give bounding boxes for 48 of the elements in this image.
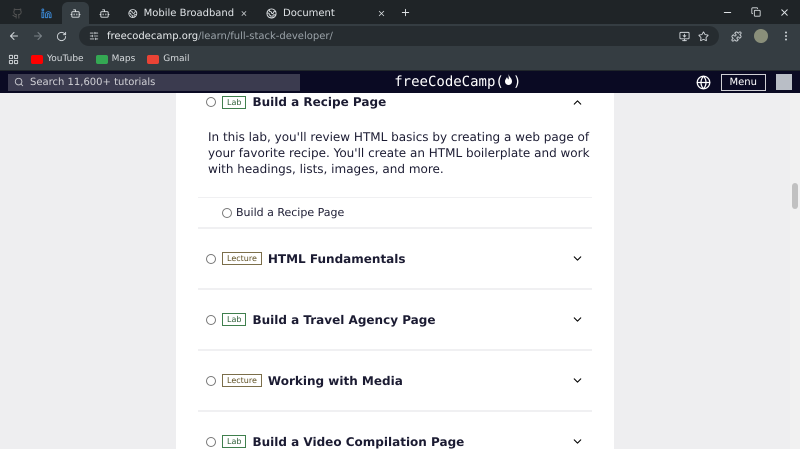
browser-tab[interactable] [62,2,89,24]
site-settings-icon[interactable] [89,31,99,41]
close-icon[interactable] [779,6,790,18]
close-icon[interactable] [377,8,386,18]
bookmark-star-icon[interactable] [698,30,709,42]
restore-icon[interactable] [751,6,761,16]
browser-tab[interactable]: Document [258,2,394,24]
apps-icon[interactable] [8,54,19,64]
search-icon [14,77,24,87]
block-type-tag: Lecture [222,374,262,387]
reload-icon[interactable] [56,30,67,42]
profile-avatar[interactable] [754,29,768,43]
bookmark-link[interactable]: YouTube [31,54,84,64]
bookmark-logo-icon [31,54,43,64]
block-title[interactable]: Working with Media [268,374,565,388]
github-icon [12,8,23,18]
block-type-tag: Lab [222,96,246,108]
bookmark-logo-icon [147,54,160,64]
menu-button[interactable]: Menu [720,74,766,90]
block-title[interactable]: HTML Fundamentals [268,252,565,266]
globe-icon [128,8,138,18]
block-type-tag: Lecture [222,252,262,265]
site-logo[interactable]: freeCodeCamp( ) [310,74,686,90]
bookmark-link[interactable]: Maps [96,54,136,64]
globe-icon [266,8,277,18]
search-field[interactable]: Search 11,600+ tutorials [8,74,300,90]
block-title[interactable]: Build a Travel Agency Page [252,312,565,326]
block-type-tag: Lab [222,313,246,326]
extensions-icon[interactable] [731,30,742,42]
new-tab-icon[interactable] [400,6,411,18]
bookmark-logo-icon [96,54,108,64]
block-title[interactable]: Build a Recipe Page [252,95,565,109]
block-type-tag: Lab [222,435,246,448]
block-title[interactable]: Build a Video Compilation Page [252,434,565,448]
linkedin-icon [41,8,52,18]
block-description: In this lab, you'll review HTML basics by creating a web page of your favorite recipe. You'll create an HTML boilerplate and work with headings, lists, images, and more. [208,129,591,177]
address-bar[interactable]: freecodecamp.org/learn/full-stack-developer/ [79,26,719,46]
close-icon[interactable] [240,8,248,18]
robot-icon [99,8,110,18]
forward-icon[interactable] [32,30,44,42]
language-icon[interactable] [696,74,711,90]
install-icon[interactable] [679,30,690,42]
browser-tab[interactable]: Mobile Broadband [120,2,256,24]
url-text: freecodecamp.org/learn/full-stack-developer/ [107,30,333,42]
back-icon[interactable] [8,30,20,42]
bookmark-link[interactable]: Gmail [147,54,190,64]
step-link[interactable]: Build a Recipe Page [236,206,344,219]
flame-icon [504,74,513,86]
